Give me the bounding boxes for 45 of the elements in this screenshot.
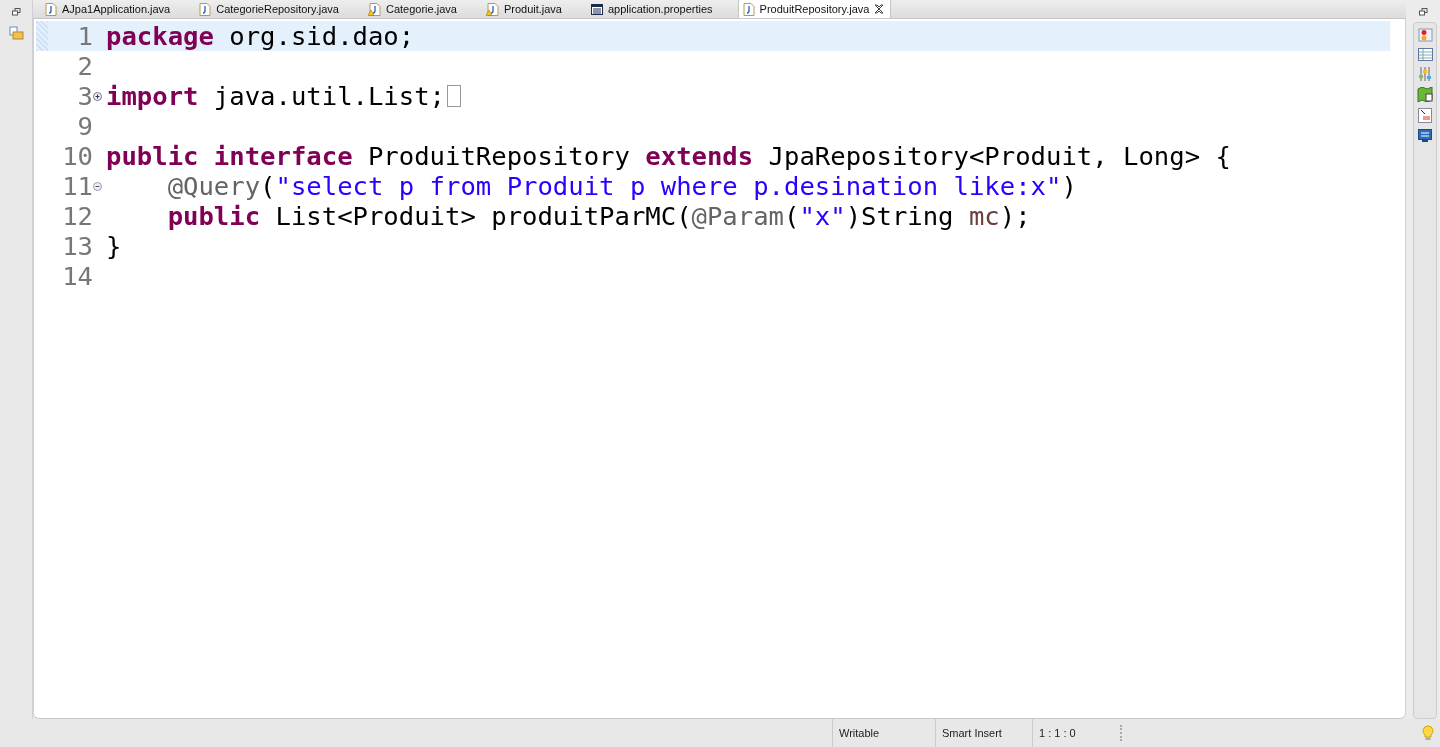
line-number: 11 — [62, 171, 93, 201]
sliders-icon[interactable] — [1418, 67, 1432, 81]
status-field: 1 : 1 : 0 — [1032, 719, 1120, 747]
line-number: 10 — [62, 141, 93, 171]
editor-tab[interactable]: Categorie.java — [363, 0, 470, 18]
code-line: @Query("select p from Produit p where p.desination like:x") — [166, 171, 1077, 201]
divider-grip — [1120, 725, 1123, 741]
code-line: public interface ProduitRepository extends JpaRepository<Produit, Long> { — [106, 141, 1231, 171]
line-number: 2 — [77, 51, 93, 81]
editor-tab[interactable]: Produit.java — [481, 0, 575, 18]
code-line: } — [106, 231, 122, 261]
restore-icon[interactable] — [1418, 8, 1428, 16]
line-number: 13 — [62, 231, 93, 261]
line-number: 14 — [62, 261, 93, 291]
collapse-icon[interactable] — [93, 181, 102, 191]
status-field: Smart Insert — [935, 719, 1032, 747]
expand-icon[interactable] — [93, 91, 102, 101]
java-file-icon — [45, 2, 57, 16]
java-file-icon — [199, 2, 212, 16]
folder-icon[interactable] — [8, 26, 24, 40]
contacts-icon[interactable] — [1417, 28, 1433, 42]
folded-code-marker[interactable] — [447, 85, 461, 107]
restore-icon[interactable] — [11, 8, 21, 16]
line-number: 3 — [77, 81, 93, 111]
java-file-warning-icon — [485, 2, 499, 16]
properties-file-icon — [591, 3, 603, 15]
code-line: import java.util.List; — [106, 81, 445, 111]
code-line: package org.sid.dao; — [106, 21, 415, 51]
close-icon[interactable] — [874, 4, 885, 14]
editor-tab[interactable]: CategorieRepository.java — [195, 0, 352, 18]
editor-tab[interactable]: ProduitRepository.java — [737, 0, 892, 18]
line-number: 1 — [77, 21, 93, 51]
status-field: Writable — [832, 719, 935, 747]
line-number: 9 — [77, 111, 93, 141]
editor-tab[interactable]: AJpa1Application.java — [41, 0, 184, 18]
code-line: public List<Produit> produitParMC(@Param("x")String mc); — [166, 201, 1031, 231]
editor-tab[interactable]: application.properties — [587, 0, 726, 18]
overview-ruler — [36, 21, 48, 51]
java-file-icon — [742, 2, 755, 16]
java-file-warning-icon — [367, 2, 381, 16]
document-icon[interactable] — [1418, 108, 1432, 123]
monitor-icon[interactable] — [1418, 129, 1432, 143]
table-icon[interactable] — [1417, 48, 1433, 61]
map-icon[interactable] — [1417, 87, 1433, 102]
line-number: 12 — [62, 201, 93, 231]
